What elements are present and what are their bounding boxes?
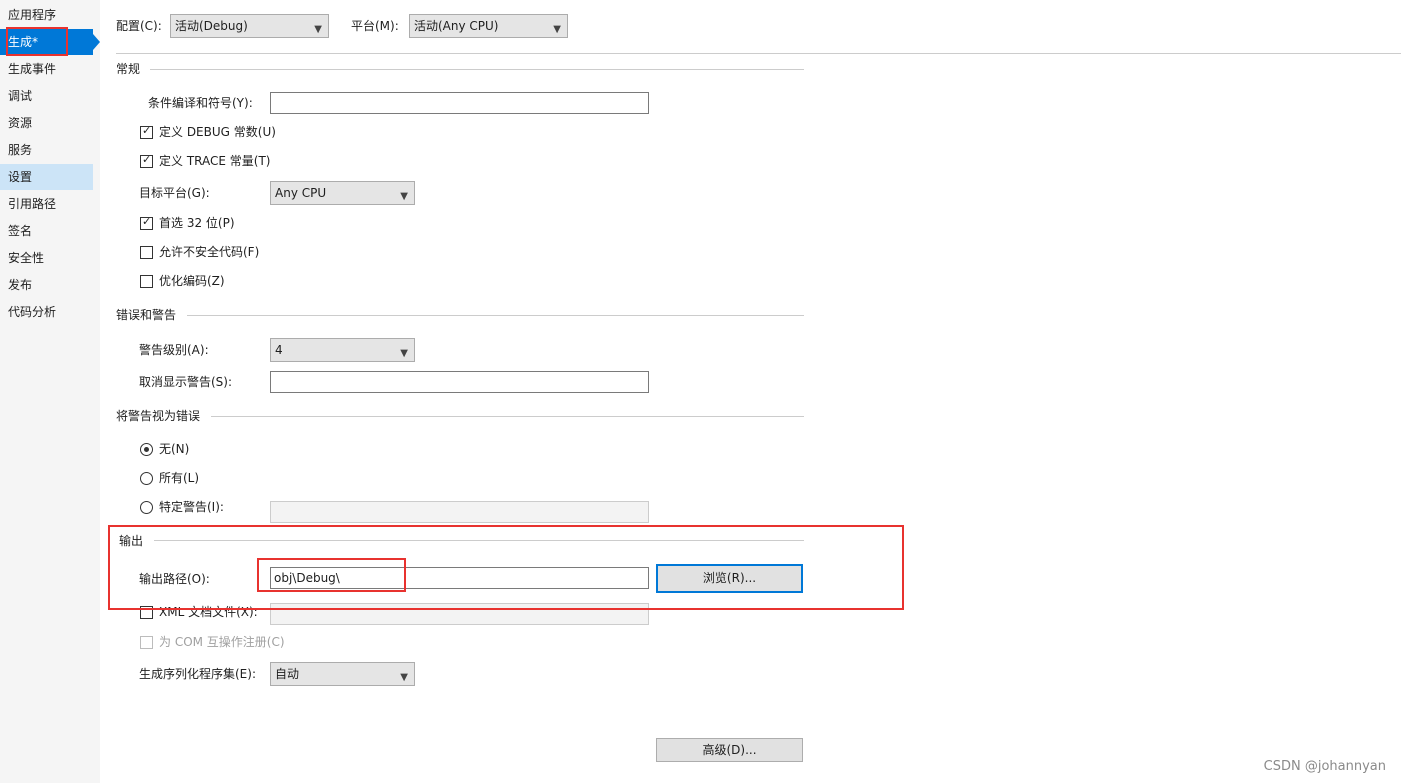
xml-doc-input: [270, 603, 649, 625]
platform-dropdown-value: 活动(Any CPU): [414, 19, 499, 33]
sidebar-item-resources[interactable]: 资源: [0, 110, 93, 136]
serialization-value: 自动: [275, 667, 300, 681]
section-treat-warnings-title: 将警告视为错误: [116, 409, 201, 423]
section-output-title: 输出: [119, 534, 144, 548]
prefer-32bit-label: 首选 32 位(P): [159, 216, 235, 230]
treat-all-radio[interactable]: [140, 472, 153, 485]
checkmark-icon: ✓: [142, 124, 152, 137]
target-platform-label: 目标平台(G):: [139, 186, 210, 200]
sidebar-item-application[interactable]: 应用程序: [0, 2, 93, 28]
section-divider: [154, 540, 804, 541]
platform-dropdown[interactable]: 活动(Any CPU) ▼: [409, 14, 568, 38]
active-tab-arrow-icon: [93, 34, 100, 50]
sidebar-item-reference-paths[interactable]: 引用路径: [0, 191, 93, 217]
prefer-32bit-checkbox[interactable]: ✓: [140, 215, 153, 230]
allow-unsafe-label: 允许不安全代码(F): [159, 245, 260, 259]
xml-doc-checkbox[interactable]: [140, 606, 153, 619]
define-trace-label: 定义 TRACE 常量(T): [159, 154, 271, 168]
chevron-down-icon: ▼: [400, 672, 408, 683]
allow-unsafe-checkbox[interactable]: [140, 246, 153, 259]
checkmark-icon: ✓: [142, 215, 152, 228]
treat-all-label: 所有(L): [159, 471, 200, 485]
xml-doc-label: XML 文档文件(X):: [159, 605, 258, 619]
sidebar-item-services[interactable]: 服务: [0, 137, 93, 163]
treat-none-radio[interactable]: [140, 443, 153, 456]
sidebar-item-build[interactable]: 生成*: [0, 29, 93, 55]
section-divider: [187, 315, 804, 316]
conditional-symbols-label: 条件编译和符号(Y):: [148, 96, 253, 110]
specific-warnings-input: [270, 501, 649, 523]
warning-level-dropdown[interactable]: 4 ▼: [270, 338, 415, 362]
sidebar-item-security[interactable]: 安全性: [0, 245, 93, 271]
warning-level-value: 4: [275, 343, 283, 357]
suppress-warnings-label: 取消显示警告(S):: [139, 375, 233, 389]
chevron-down-icon: ▼: [400, 191, 408, 202]
define-debug-checkbox[interactable]: ✓: [140, 124, 153, 139]
treat-none-label: 无(N): [159, 442, 190, 456]
target-platform-value: Any CPU: [275, 186, 327, 200]
define-debug-label: 定义 DEBUG 常数(U): [159, 125, 276, 139]
sidebar-item-publish[interactable]: 发布: [0, 272, 93, 298]
sidebar: 应用程序 生成* 生成事件 调试 资源 服务 设置 引用路径 签名 安全性 发布…: [0, 0, 93, 783]
treat-specific-radio[interactable]: [140, 501, 153, 514]
serialization-dropdown[interactable]: 自动 ▼: [270, 662, 415, 686]
sidebar-item-settings[interactable]: 设置: [0, 164, 93, 190]
config-dropdown[interactable]: 活动(Debug) ▼: [170, 14, 329, 38]
define-trace-checkbox[interactable]: ✓: [140, 153, 153, 168]
treat-specific-label: 特定警告(I):: [159, 500, 224, 514]
platform-label: 平台(M):: [351, 19, 399, 33]
config-dropdown-value: 活动(Debug): [175, 19, 248, 33]
chevron-down-icon: ▼: [314, 24, 322, 35]
optimize-code-checkbox[interactable]: [140, 275, 153, 288]
warning-level-label: 警告级别(A):: [139, 343, 209, 357]
output-path-label: 输出路径(O):: [139, 572, 210, 586]
sidebar-item-signing[interactable]: 签名: [0, 218, 93, 244]
chevron-down-icon: ▼: [553, 24, 561, 35]
advanced-button[interactable]: 高级(D)...: [656, 738, 803, 762]
sidebar-item-code-analysis[interactable]: 代码分析: [0, 299, 93, 325]
com-register-label: 为 COM 互操作注册(C): [159, 635, 285, 649]
radio-dot-icon: [144, 447, 149, 452]
checkmark-icon: ✓: [142, 153, 152, 166]
sidebar-item-debug[interactable]: 调试: [0, 83, 93, 109]
serialization-label: 生成序列化程序集(E):: [139, 667, 256, 681]
conditional-symbols-input[interactable]: [270, 92, 649, 114]
section-divider: [211, 416, 804, 417]
sidebar-item-build-events[interactable]: 生成事件: [0, 56, 93, 82]
com-register-checkbox[interactable]: [140, 636, 153, 649]
header-divider: [116, 53, 1401, 54]
suppress-warnings-input[interactable]: [270, 371, 649, 393]
optimize-code-label: 优化编码(Z): [159, 274, 225, 288]
browse-button[interactable]: 浏览(R)...: [656, 564, 803, 593]
section-errors-title: 错误和警告: [116, 308, 177, 322]
watermark-text: CSDN @johannyan: [1263, 759, 1386, 774]
section-divider: [150, 69, 804, 70]
target-platform-dropdown[interactable]: Any CPU ▼: [270, 181, 415, 205]
output-path-input[interactable]: [270, 567, 649, 589]
config-label: 配置(C):: [116, 19, 162, 33]
section-general-title: 常规: [116, 62, 141, 76]
chevron-down-icon: ▼: [400, 348, 408, 359]
